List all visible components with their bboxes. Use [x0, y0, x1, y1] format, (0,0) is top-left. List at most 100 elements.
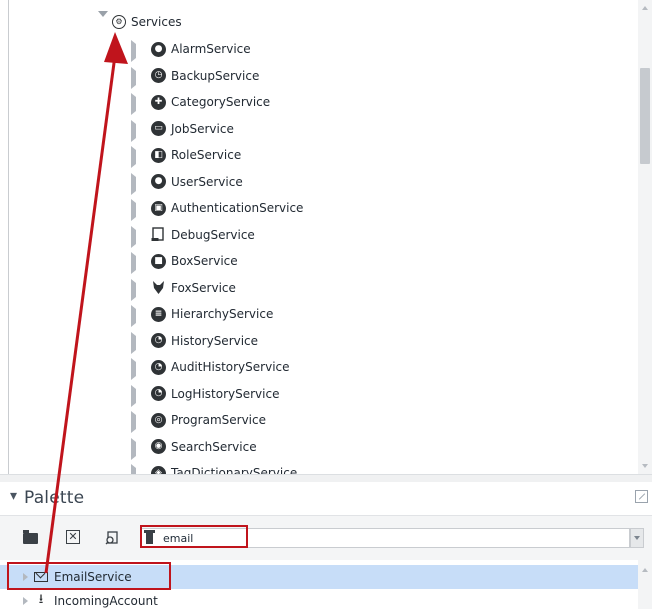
palette-list: EmailService ⭳ IncomingAccount [0, 560, 652, 609]
lock-icon: ▣ [151, 200, 166, 216]
folder-icon [22, 529, 38, 544]
tree-node-label: JobService [171, 121, 234, 136]
tree-node-roleservice[interactable]: ◧ RoleService [130, 143, 242, 168]
tree-node-label: HistoryService [171, 333, 259, 348]
expand-arrow-icon[interactable] [130, 384, 138, 407]
tree-node-label: AuthenticationService [171, 201, 304, 215]
tree-node-debugservice[interactable]: DebugService [130, 223, 255, 248]
expand-arrow-icon[interactable] [22, 597, 34, 605]
palette-search-box[interactable] [140, 528, 630, 548]
tree-node-label: CategoryService [171, 95, 271, 109]
category-icon: ✚ [151, 94, 166, 110]
history-icon: ◔ [151, 333, 166, 348]
maximize-icon[interactable] [635, 490, 648, 503]
envelope-icon [34, 572, 48, 582]
box-icon: ■ [151, 253, 166, 269]
tree-node-jobservice[interactable]: ▭ JobService [130, 117, 234, 142]
tree-node-programservice[interactable]: ◎ ProgramService [130, 408, 266, 433]
scroll-up-arrow-icon[interactable] [642, 568, 648, 572]
tree-node-loghistoryservice[interactable]: ◔ LogHistoryService [130, 382, 280, 407]
tree-node-label: LogHistoryService [171, 386, 280, 401]
tree-node-label: ProgramService [171, 413, 266, 427]
tree-node-label: RoleService [171, 148, 242, 162]
palette-collapse-icon[interactable]: ▾ [10, 488, 17, 504]
library-icon [144, 530, 155, 544]
expand-arrow-icon[interactable] [130, 93, 138, 115]
tree-node-services[interactable]: ⚙ Services [98, 10, 182, 34]
close-palette-button[interactable]: ✕ [66, 530, 80, 544]
tree-node-label: BoxService [171, 254, 238, 268]
scroll-up-arrow-icon[interactable] [642, 6, 648, 10]
expand-arrow-icon[interactable] [22, 573, 34, 581]
backup-clock-icon: ◷ [151, 68, 166, 83]
hierarchy-icon: ≡ [151, 306, 166, 322]
download-arrow-icon: ⭳ [38, 592, 44, 607]
tree-node-alarmservice[interactable]: ● AlarmService [130, 37, 251, 62]
tree-node-hierarchyservice[interactable]: ≡ HierarchyService [130, 302, 274, 327]
tree-node-label: Services [131, 15, 182, 29]
services-gear-icon: ⚙ [112, 15, 126, 29]
tree-node-categoryservice[interactable]: ✚ CategoryService [130, 90, 271, 115]
tree-node-label: HierarchyService [171, 307, 274, 321]
expand-arrow-icon[interactable] [130, 252, 138, 274]
search-icon: ◉ [151, 439, 166, 454]
tree-node-label: AuditHistoryService [171, 360, 290, 374]
expand-arrow-icon[interactable] [130, 278, 138, 301]
tag-dictionary-icon: ◈ [151, 465, 166, 474]
tree-node-label: TagDictionaryService [171, 466, 298, 474]
tree-node-label: SearchService [171, 439, 257, 454]
palette-row-label: EmailService [54, 570, 132, 584]
fox-icon [151, 280, 166, 295]
expand-arrow-icon[interactable] [130, 331, 138, 354]
expand-arrow-icon[interactable] [130, 411, 138, 433]
job-icon: ▭ [151, 121, 166, 136]
tree-left-border [8, 0, 9, 474]
expand-arrow-icon[interactable] [130, 225, 138, 248]
expand-arrow-icon[interactable] [130, 40, 138, 62]
expand-arrow-icon[interactable] [130, 66, 138, 89]
palette-search-input[interactable] [163, 530, 363, 546]
tree-node-searchservice[interactable]: ◉ SearchService [130, 435, 257, 460]
tree-node-label: FoxService [171, 280, 236, 295]
user-icon: ● [151, 174, 166, 189]
tree-node-tagdictionaryservice[interactable]: ◈ TagDictionaryService [130, 461, 297, 474]
collapse-arrow-icon[interactable] [98, 11, 108, 31]
tree-node-label: DebugService [171, 227, 255, 242]
palette-row-emailservice[interactable]: EmailService [0, 565, 638, 589]
open-palette-button[interactable] [22, 529, 38, 546]
palette-scrollbar[interactable] [638, 560, 652, 609]
find-icon [105, 531, 118, 545]
expand-arrow-icon[interactable] [130, 146, 138, 168]
tree-node-userservice[interactable]: ● UserService [130, 170, 243, 195]
scroll-down-arrow-icon[interactable] [642, 464, 648, 468]
expand-arrow-icon[interactable] [130, 172, 138, 195]
scroll-thumb[interactable] [640, 68, 650, 164]
tree-node-foxservice[interactable]: FoxService [130, 276, 236, 301]
role-icon: ◧ [151, 147, 166, 163]
palette-title: Palette [24, 488, 85, 508]
expand-arrow-icon[interactable] [130, 358, 138, 380]
palette-row-incomingaccount[interactable]: ⭳ IncomingAccount [0, 589, 638, 609]
tree-node-backupservice[interactable]: ◷ BackupService [130, 64, 260, 89]
log-history-icon: ◔ [151, 386, 166, 401]
expand-arrow-icon[interactable] [130, 199, 138, 221]
nav-tree-pane: ⚙ Services ● AlarmService ◷ BackupService ✚ C… [0, 0, 652, 474]
tree-node-historyservice[interactable]: ◔ HistoryService [130, 329, 259, 354]
expand-arrow-icon[interactable] [130, 437, 138, 460]
palette-header: ▾ Palette [0, 482, 652, 514]
tree-node-label: BackupService [171, 68, 260, 83]
tree-node-label: UserService [171, 174, 243, 189]
audit-history-icon: ◔ [151, 359, 166, 375]
find-button[interactable] [104, 530, 120, 546]
expand-arrow-icon[interactable] [130, 305, 138, 327]
tree-node-boxservice[interactable]: ■ BoxService [130, 249, 238, 274]
search-dropdown-button[interactable] [630, 528, 644, 548]
tree-node-authenticationservice[interactable]: ▣ AuthenticationService [130, 196, 304, 221]
program-icon: ◎ [151, 412, 166, 428]
tree-node-label: AlarmService [171, 42, 251, 56]
tree-node-audithistoryservice[interactable]: ◔ AuditHistoryService [130, 355, 290, 380]
tree-scrollbar[interactable] [638, 0, 652, 474]
palette-row-label: IncomingAccount [54, 594, 158, 608]
alarm-bell-icon: ● [151, 41, 166, 57]
expand-arrow-icon[interactable] [130, 119, 138, 142]
